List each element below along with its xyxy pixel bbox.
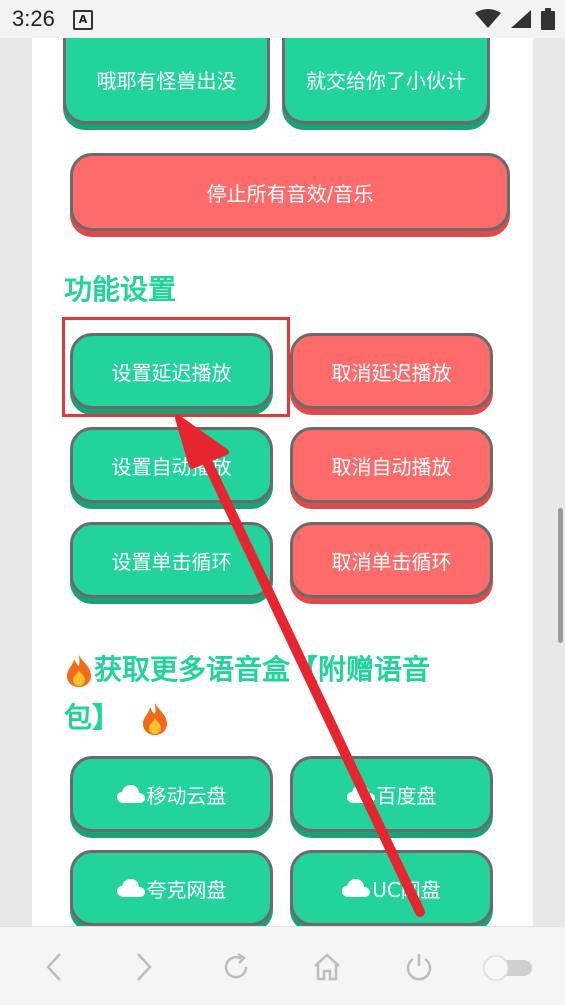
- button-label: 取消延迟播放: [331, 360, 452, 385]
- page-content: 哦耶有怪兽出没 就交给你了小伙计 停止所有音效/音乐 功能设置 设置延迟播放 取…: [32, 38, 533, 926]
- forward-button[interactable]: [124, 947, 164, 987]
- cancel-auto-play-button[interactable]: 取消自动播放: [290, 427, 493, 503]
- sound-button-monster[interactable]: 哦耶有怪兽出没: [63, 38, 270, 124]
- status-bar: 3:26 A: [0, 0, 565, 38]
- button-label: 停止所有音效/音乐: [206, 181, 374, 206]
- right-margin: [533, 38, 565, 926]
- back-button[interactable]: [34, 947, 74, 987]
- button-label: 就交给你了小伙计: [306, 69, 466, 93]
- cloud-icon: [116, 879, 145, 897]
- button-label: 移动云盘: [146, 783, 227, 808]
- refresh-icon: [224, 952, 248, 979]
- cloud-icon: [342, 879, 371, 897]
- button-label: 设置自动播放: [111, 454, 232, 479]
- home-button[interactable]: [307, 947, 347, 987]
- browser-nav-bar: [0, 926, 565, 1005]
- fire-icon: [67, 655, 91, 687]
- promo-title: 获取更多语音盒【附赠语音 包】: [64, 646, 494, 742]
- button-label: 取消单击循环: [331, 549, 452, 574]
- cloud-icon: [116, 785, 145, 803]
- button-label: UC网盘: [372, 877, 441, 902]
- power-button[interactable]: [399, 947, 439, 987]
- button-label: 哦耶有怪兽出没: [96, 69, 237, 93]
- stop-all-sounds-button[interactable]: 停止所有音效/音乐: [70, 153, 510, 231]
- set-auto-play-button[interactable]: 设置自动播放: [70, 427, 273, 503]
- cloud-button-quark[interactable]: 夸克网盘: [70, 850, 273, 926]
- button-label: 夸克网盘: [146, 877, 227, 902]
- battery-icon: [541, 8, 555, 30]
- cloud-button-baidu[interactable]: 百度盘: [290, 756, 493, 832]
- fire-icon: [142, 703, 167, 735]
- refresh-button[interactable]: [216, 947, 256, 987]
- cloud-button-uc[interactable]: UC网盘: [290, 850, 493, 926]
- scrollbar-thumb[interactable]: [558, 508, 563, 643]
- status-icons: [471, 8, 555, 30]
- power-icon: [406, 954, 432, 981]
- promo-title-text-2: 包】: [64, 701, 121, 734]
- back-icon: [46, 953, 61, 981]
- app-notification-icon: A: [73, 10, 93, 30]
- toggle-switch[interactable]: [480, 947, 536, 987]
- status-time: 3:26: [12, 6, 55, 31]
- promo-title-text-1: 获取更多语音盒【附赠语音: [94, 653, 431, 686]
- button-label: 设置单击循环: [111, 549, 232, 574]
- set-click-loop-button[interactable]: 设置单击循环: [70, 522, 273, 598]
- left-margin: [0, 38, 32, 926]
- cancel-delay-play-button[interactable]: 取消延迟播放: [290, 333, 493, 409]
- toggle-icon: [483, 955, 532, 981]
- forward-icon: [137, 953, 152, 981]
- section-title-settings: 功能设置: [64, 273, 177, 306]
- highlight-box: [62, 317, 290, 417]
- cancel-click-loop-button[interactable]: 取消单击循环: [290, 522, 493, 598]
- sound-button-partner[interactable]: 就交给你了小伙计: [282, 38, 490, 124]
- cloud-icon: [346, 785, 375, 803]
- button-label: 取消自动播放: [331, 454, 452, 479]
- signal-icon: [510, 10, 531, 28]
- cloud-button-mobile[interactable]: 移动云盘: [70, 756, 273, 832]
- wifi-icon: [474, 9, 501, 28]
- button-label: 百度盘: [376, 783, 437, 808]
- home-icon: [314, 953, 340, 981]
